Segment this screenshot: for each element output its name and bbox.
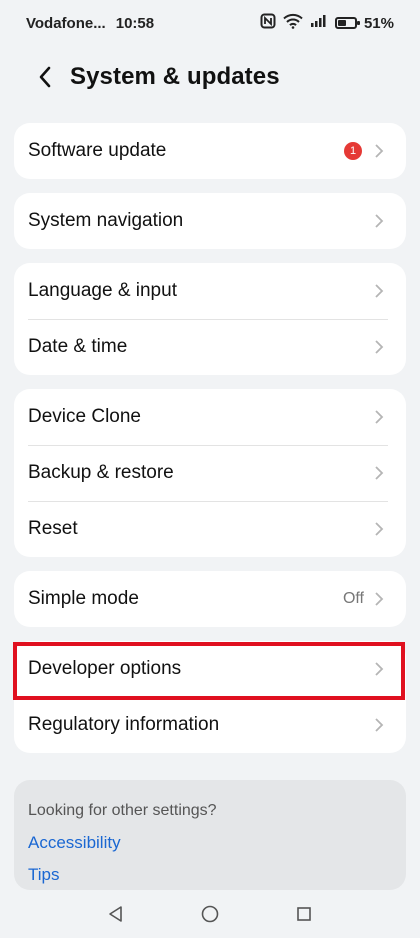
- battery-percent: 51%: [363, 14, 394, 32]
- other-settings-card: Looking for other settings? Accessibilit…: [14, 780, 406, 890]
- row-label: Date & time: [28, 336, 128, 357]
- link-accessibility[interactable]: Accessibility: [28, 833, 121, 853]
- chevron-right-icon: [374, 213, 384, 229]
- link-tips[interactable]: Tips: [28, 865, 60, 885]
- back-triangle-icon: [109, 906, 122, 922]
- row-backup-restore[interactable]: Backup & restore: [14, 445, 406, 501]
- nav-back-button[interactable]: [105, 903, 127, 925]
- chevron-right-icon: [374, 717, 384, 733]
- chevron-right-icon: [374, 661, 384, 677]
- chevron-left-icon: [39, 66, 51, 88]
- row-label: Software update: [28, 140, 167, 161]
- row-regulatory-information[interactable]: Regulatory information: [14, 697, 406, 753]
- nav-home-button[interactable]: [199, 903, 221, 925]
- row-system-navigation[interactable]: System navigation: [14, 193, 406, 249]
- battery-icon: [334, 17, 360, 29]
- card-software-update: Software update 1: [14, 123, 406, 179]
- page-title: System & updates: [70, 63, 280, 90]
- notification-badge: 1: [344, 142, 362, 160]
- row-date-time[interactable]: Date & time: [14, 319, 406, 375]
- card-clone-backup-reset: Device Clone Backup & restore Reset: [14, 389, 406, 557]
- wifi-icon: [283, 13, 303, 33]
- signal-icon: [310, 14, 328, 32]
- back-button[interactable]: [28, 60, 62, 94]
- row-label: Simple mode: [28, 588, 139, 609]
- card-simple-mode: Simple mode Off: [14, 571, 406, 627]
- page-header: System & updates: [0, 50, 420, 104]
- row-reset[interactable]: Reset: [14, 501, 406, 557]
- row-developer-options[interactable]: Developer options: [14, 641, 406, 697]
- battery-level: [337, 20, 346, 26]
- card-system-navigation: System navigation: [14, 193, 406, 249]
- row-simple-mode[interactable]: Simple mode Off: [14, 571, 406, 627]
- row-label: Reset: [28, 518, 78, 539]
- row-language-input[interactable]: Language & input: [14, 263, 406, 319]
- card-language-date: Language & input Date & time: [14, 263, 406, 375]
- chevron-right-icon: [374, 143, 384, 159]
- row-software-update[interactable]: Software update 1: [14, 123, 406, 179]
- nfc-icon: [260, 13, 276, 33]
- status-left: Vodafone... 10:58: [26, 15, 154, 32]
- simple-mode-value: Off: [342, 590, 364, 607]
- row-label: Device Clone: [28, 406, 141, 427]
- row-device-clone[interactable]: Device Clone: [14, 389, 406, 445]
- recents-square-icon: [297, 907, 311, 921]
- clock: 10:58: [115, 14, 155, 32]
- home-circle-icon: [201, 905, 219, 923]
- chevron-right-icon: [374, 339, 384, 355]
- system-nav-bar: [0, 890, 420, 938]
- status-right: 51%: [260, 13, 394, 33]
- other-settings-title: Looking for other settings?: [28, 802, 217, 819]
- row-label: System navigation: [28, 210, 184, 231]
- row-label: Language & input: [28, 280, 177, 301]
- chevron-right-icon: [374, 283, 384, 299]
- carrier-name: Vodafone...: [26, 14, 106, 32]
- row-label: Backup & restore: [28, 462, 174, 483]
- chevron-right-icon: [374, 465, 384, 481]
- row-label: Developer options: [28, 658, 182, 679]
- chevron-right-icon: [374, 521, 384, 537]
- row-label: Regulatory information: [28, 714, 220, 735]
- status-bar: Vodafone... 10:58 51%: [0, 0, 420, 46]
- card-developer-regulatory: Developer options Regulatory information: [14, 641, 406, 753]
- nav-recents-button[interactable]: [293, 903, 315, 925]
- chevron-right-icon: [374, 409, 384, 425]
- chevron-right-icon: [374, 591, 384, 607]
